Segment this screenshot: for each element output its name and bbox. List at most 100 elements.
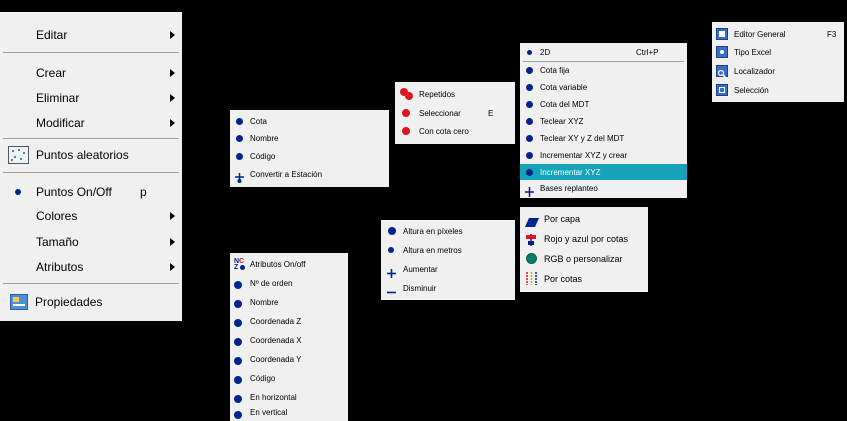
- menu-item-aumentar[interactable]: Aumentar: [381, 260, 515, 278]
- menu-item-label: Coordenada Z: [250, 316, 302, 326]
- menu-item-incrementar-xyz-crear[interactable]: Incrementar XYZ y crear: [520, 147, 687, 164]
- menu-item-atributos[interactable]: Atributos: [0, 258, 182, 276]
- menu-item-por-cotas[interactable]: Por cotas: [520, 269, 648, 288]
- menu-item-label: Selección: [734, 85, 769, 95]
- menu-item-label: Puntos aleatorios: [36, 148, 129, 162]
- atributos-submenu: N C Z Atributos On/off Nº de orden Nombr…: [230, 253, 348, 421]
- menu-item-label: Localizador: [734, 66, 775, 76]
- menu-item-tipo-excel[interactable]: Tipo Excel: [712, 43, 844, 61]
- menu-item-convertir-estacion[interactable]: Convertir a Estación: [230, 166, 389, 183]
- menu-item-coordenada-y[interactable]: Coordenada Y: [230, 350, 348, 368]
- menu-item-teclear-xyz[interactable]: Teclear XYZ: [520, 113, 687, 130]
- menu-item-incrementar-xyz[interactable]: Incrementar XYZ: [520, 164, 687, 180]
- menu-item-editor-general[interactable]: Editor General F3: [712, 25, 844, 43]
- menu-item-coordenada-z[interactable]: Coordenada Z: [230, 312, 348, 330]
- menu-item-altura-pixeles[interactable]: Altura en píxeles: [381, 222, 515, 240]
- menu-item-propiedades[interactable]: Propiedades: [0, 292, 182, 312]
- rgb-color-icon: [526, 253, 537, 264]
- menu-item-disminuir[interactable]: Disminuir: [381, 279, 515, 297]
- menu-item-nombre-attr[interactable]: Nombre: [230, 293, 348, 311]
- menu-item-n-orden[interactable]: Nº de orden: [230, 274, 348, 292]
- tool-submenu: Editor General F3 Tipo Excel Localizador…: [712, 22, 844, 102]
- menu-item-en-vertical[interactable]: En vertical: [230, 404, 348, 421]
- coord-z-icon: [234, 319, 242, 327]
- coord-y-icon: [234, 357, 242, 365]
- editor-icon: [716, 28, 728, 40]
- menu-item-editar[interactable]: Editar: [0, 26, 182, 44]
- submenu-arrow-icon: [170, 263, 175, 271]
- menu-item-nombre[interactable]: Nombre: [230, 130, 389, 147]
- point-2d-icon: [527, 49, 532, 55]
- menu-item-cota[interactable]: Cota: [230, 113, 389, 130]
- menu-item-label: Altura en píxeles: [403, 226, 463, 236]
- menu-item-seleccionar[interactable]: Seleccionar E: [395, 104, 515, 122]
- menu-item-label: Puntos On/Off: [36, 185, 112, 199]
- variable-elevation-icon: [526, 84, 533, 91]
- station-icon: [235, 170, 244, 183]
- menu-item-label: Incrementar XYZ y crear: [540, 151, 628, 160]
- menu-item-label: Editor General: [734, 29, 786, 39]
- menu-item-tamano[interactable]: Tamaño: [0, 233, 182, 251]
- submenu-arrow-icon: [170, 238, 175, 246]
- menu-item-teclear-xy-z-mdt[interactable]: Teclear XY y Z del MDT: [520, 130, 687, 147]
- plus-icon: [387, 265, 396, 278]
- menu-item-eliminar[interactable]: Eliminar: [0, 89, 182, 107]
- menu-item-label: Nombre: [250, 134, 279, 143]
- colores-submenu: Por capa Rojo y azul por cotas RGB o per…: [520, 207, 648, 292]
- menu-item-label: Convertir a Estación: [250, 170, 323, 179]
- menu-separator: [3, 172, 179, 173]
- menu-item-label: Código: [250, 152, 276, 161]
- shortcut-label: Ctrl+P: [636, 47, 659, 57]
- eliminar-submenu: Repetidos Seleccionar E Con cota cero: [395, 82, 515, 144]
- elevation-color-icon: [526, 272, 537, 285]
- menu-item-puntos-aleatorios[interactable]: Puntos aleatorios: [0, 144, 182, 166]
- menu-item-con-cota-cero[interactable]: Con cota cero: [395, 122, 515, 140]
- menu-item-label: Coordenada Y: [250, 354, 302, 364]
- menu-item-label: Bases replanteo: [540, 184, 598, 193]
- menu-item-colores[interactable]: Colores: [0, 207, 182, 225]
- menu-item-altura-metros[interactable]: Altura en metros: [381, 241, 515, 259]
- type-xy-dtm-icon: [526, 135, 533, 142]
- menu-item-crear[interactable]: Crear: [0, 64, 182, 82]
- crear-submenu: Cota Nombre Código Convertir a Estación: [230, 110, 389, 187]
- code-attr-icon: [234, 376, 242, 384]
- menu-item-rojo-azul[interactable]: Rojo y azul por cotas: [520, 229, 648, 248]
- menu-item-label: Modificar: [36, 116, 85, 130]
- order-number-icon: [234, 281, 242, 289]
- menu-item-label: En horizontal: [250, 392, 297, 402]
- menu-item-coordenada-x[interactable]: Coordenada X: [230, 331, 348, 349]
- submenu-arrow-icon: [170, 119, 175, 127]
- menu-item-label: Altura en metros: [403, 245, 462, 255]
- menu-item-label: Cota del MDT: [540, 100, 590, 109]
- menu-item-label: Nombre: [250, 297, 279, 307]
- horizontal-icon: [234, 395, 242, 403]
- shortcut-label: F3: [827, 29, 837, 39]
- attributes-toggle-icon: N C Z: [234, 258, 245, 271]
- menu-item-label: En vertical: [250, 408, 288, 417]
- menu-item-seleccion[interactable]: Selección: [712, 81, 844, 99]
- menu-item-bases-replanteo[interactable]: Bases replanteo: [520, 180, 687, 197]
- menu-item-codigo[interactable]: Código: [230, 148, 389, 165]
- menu-item-rgb[interactable]: RGB o personalizar: [520, 249, 648, 268]
- menu-item-por-capa[interactable]: Por capa: [520, 209, 648, 228]
- menu-item-label: Cota fija: [540, 66, 570, 75]
- menu-item-label: Teclear XYZ: [540, 117, 584, 126]
- menu-item-puntos-onoff[interactable]: Puntos On/Off p: [0, 183, 182, 201]
- menu-item-repetidos[interactable]: Repetidos: [395, 85, 515, 103]
- menu-item-label: Eliminar: [36, 91, 80, 105]
- menu-item-2d[interactable]: 2D Ctrl+P: [520, 44, 687, 60]
- menu-item-atributos-onoff[interactable]: N C Z Atributos On/off: [230, 255, 348, 273]
- menu-item-cota-variable[interactable]: Cota variable: [520, 79, 687, 96]
- menu-item-label: Coordenada X: [250, 335, 302, 345]
- menu-item-modificar[interactable]: Modificar: [0, 114, 182, 132]
- menu-item-label: Tipo Excel: [734, 47, 772, 57]
- select-point-icon: [402, 109, 410, 117]
- menu-item-localizador[interactable]: Localizador: [712, 62, 844, 80]
- menu-item-cota-mdt[interactable]: Cota del MDT: [520, 96, 687, 113]
- menu-item-label: Cota variable: [540, 83, 588, 92]
- menu-item-label: Aumentar: [403, 264, 438, 274]
- menu-item-label: Teclear XY y Z del MDT: [540, 134, 625, 143]
- menu-item-codigo-attr[interactable]: Código: [230, 369, 348, 387]
- menu-item-cota-fija[interactable]: Cota fija: [520, 62, 687, 79]
- name-attr-icon: [234, 300, 242, 308]
